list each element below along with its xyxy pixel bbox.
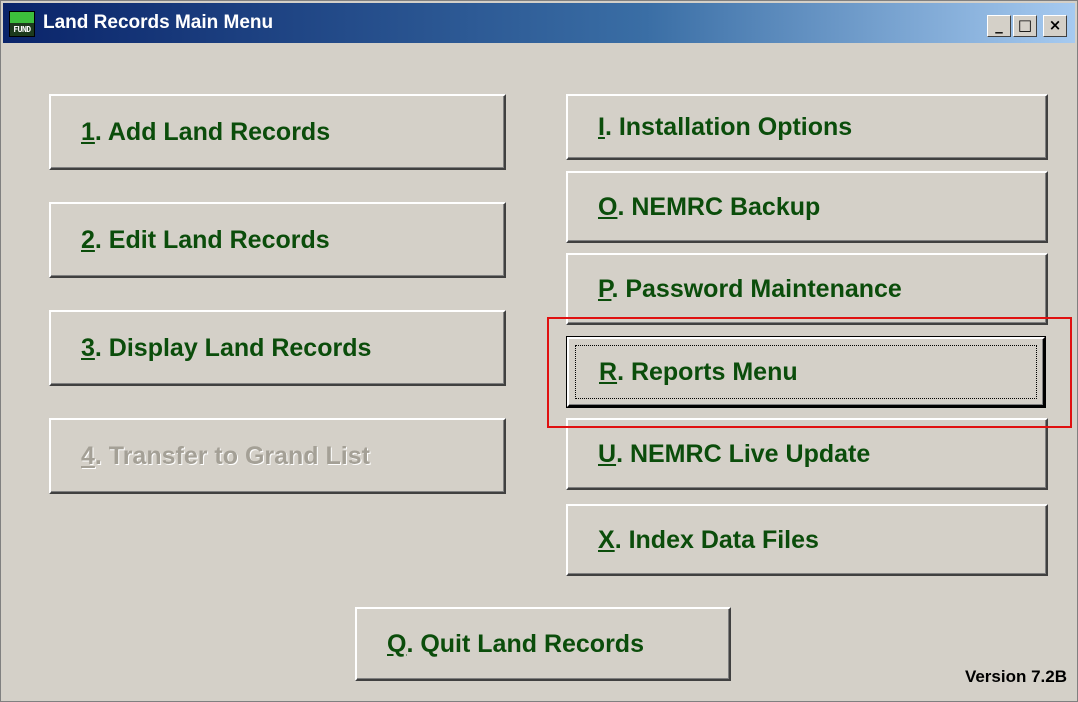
edit-land-records-label: . Edit Land Records (94, 225, 330, 254)
minimize-button[interactable]: _ (987, 15, 1011, 37)
hotkey-4: 4 (81, 441, 95, 470)
display-land-records-label: . Display Land Records (94, 333, 372, 362)
version-label: Version 7.2B (964, 667, 1067, 686)
nemrc-backup-label: . NEMRC Backup (617, 192, 821, 221)
hotkey-o: O (598, 192, 618, 221)
edit-land-records-button[interactable]: 2. Edit Land Records (49, 202, 506, 278)
app-icon-top (10, 12, 34, 23)
maximize-button[interactable]: □ (1013, 15, 1037, 37)
reports-menu-label: . Reports Menu (617, 357, 798, 386)
title-bar[interactable]: FUND Land Records Main Menu _ □ × (3, 3, 1075, 43)
add-land-records-label: . Add Land Records (94, 117, 331, 146)
hotkey-x: X (598, 525, 615, 554)
reports-menu-button[interactable]: R. Reports Menu (566, 336, 1046, 408)
hotkey-1: 1 (81, 117, 95, 146)
transfer-to-grand-list-label: . Transfer to Grand List (94, 441, 370, 470)
hotkey-u: U (598, 439, 617, 468)
index-data-files-label: . Index Data Files (614, 525, 819, 554)
hotkey-q: Q (387, 629, 407, 658)
add-land-records-button[interactable]: 1. Add Land Records (49, 94, 506, 170)
hotkey-3: 3 (81, 333, 95, 362)
hotkey-i: I (598, 112, 605, 141)
hotkey-2: 2 (81, 225, 95, 254)
nemrc-live-update-button[interactable]: U. NEMRC Live Update (566, 418, 1048, 490)
hotkey-p: P (598, 274, 612, 303)
installation-options-label: . Installation Options (604, 112, 853, 141)
quit-land-records-label: . Quit Land Records (406, 629, 644, 658)
password-maintenance-button[interactable]: P. Password Maintenance (566, 253, 1048, 325)
password-maintenance-label: . Password Maintenance (611, 274, 902, 303)
app-icon[interactable]: FUND (9, 11, 35, 37)
window-title: Land Records Main Menu (43, 12, 274, 33)
display-land-records-button[interactable]: 3. Display Land Records (49, 310, 506, 386)
quit-land-records-button[interactable]: Q. Quit Land Records (355, 607, 731, 681)
installation-options-button[interactable]: I. Installation Options (566, 94, 1048, 160)
main-window: FUND Land Records Main Menu _ □ × 1. Add… (0, 0, 1078, 702)
nemrc-live-update-label: . NEMRC Live Update (616, 439, 871, 468)
index-data-files-button[interactable]: X. Index Data Files (566, 504, 1048, 576)
transfer-to-grand-list-button: 4. Transfer to Grand List (49, 418, 506, 494)
nemrc-backup-button[interactable]: O. NEMRC Backup (566, 171, 1048, 243)
app-icon-label: FUND (13, 25, 31, 34)
close-button[interactable]: × (1043, 15, 1067, 37)
hotkey-r: R (599, 357, 618, 386)
